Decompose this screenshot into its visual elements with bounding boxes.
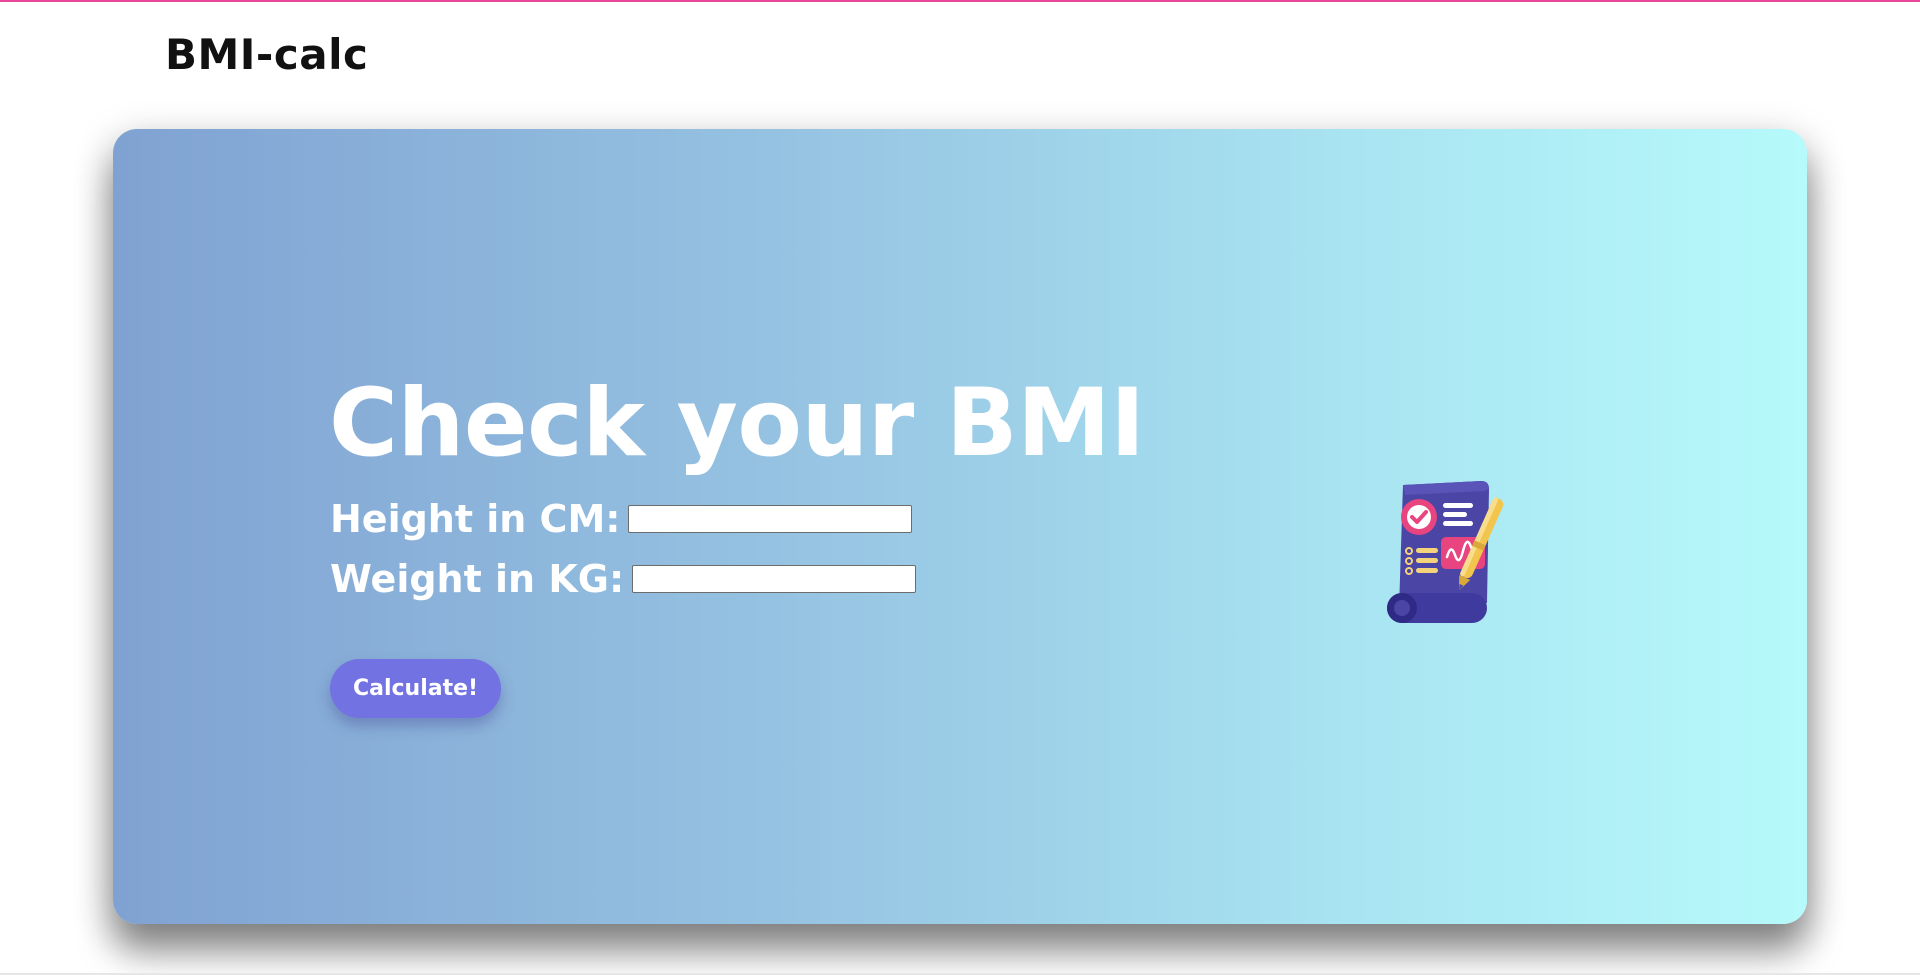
top-accent-bar: [0, 0, 1920, 2]
weight-input[interactable]: [632, 565, 917, 593]
calculate-button[interactable]: Calculate!: [330, 659, 501, 718]
height-row: Height in CM:: [330, 497, 913, 541]
brand-title: BMI-calc: [165, 30, 369, 79]
report-document-pen-icon: [1387, 481, 1504, 623]
weight-label: Weight in KG:: [330, 557, 625, 601]
page-title: Check your BMI: [329, 369, 1145, 478]
height-input[interactable]: [628, 505, 913, 533]
bmi-card: Check your BMI Height in CM: Weight in K…: [113, 129, 1807, 924]
height-label: Height in CM:: [330, 497, 621, 541]
weight-row: Weight in KG:: [330, 557, 917, 601]
